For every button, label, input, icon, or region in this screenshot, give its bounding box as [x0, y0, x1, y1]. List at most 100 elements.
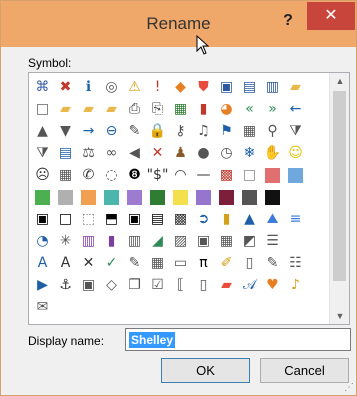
briefcase-icon[interactable]: ▣: [77, 274, 100, 296]
orange-swatch-icon[interactable]: [77, 186, 100, 208]
error-x-icon[interactable]: ✖: [54, 76, 77, 98]
folder-open-icon[interactable]: ▰: [100, 98, 123, 120]
empty-cell-icon-2[interactable]: [284, 230, 307, 252]
pink-swatch-icon[interactable]: [261, 164, 284, 186]
rewind-icon[interactable]: «: [238, 98, 261, 120]
hand-icon[interactable]: ✋: [261, 142, 284, 164]
black-border-box-icon[interactable]: ▣: [31, 208, 54, 230]
spreadsheet-icon[interactable]: ▦: [169, 98, 192, 120]
play-icon[interactable]: ▶: [31, 274, 54, 296]
back-arrow-icon[interactable]: ←: [284, 98, 307, 120]
flag-icon[interactable]: ⚑: [215, 120, 238, 142]
bold-box-icon[interactable]: ▣: [123, 208, 146, 230]
pin-icon[interactable]: ✎: [123, 120, 146, 142]
bar-chart-icon[interactable]: ▮: [192, 98, 215, 120]
eight-ball-icon[interactable]: ❽: [123, 164, 146, 186]
clock-icon[interactable]: ◷: [215, 142, 238, 164]
help-button[interactable]: ?: [274, 10, 302, 32]
copy-icon[interactable]: ❐: [123, 274, 146, 296]
dollar-quote-icon[interactable]: "$": [146, 164, 169, 186]
diagonal-icon[interactable]: ◩: [238, 230, 261, 252]
letter-a-icon[interactable]: A: [54, 252, 77, 274]
save-all-icon[interactable]: ▤: [238, 76, 261, 98]
pages-icon[interactable]: ▯: [192, 274, 215, 296]
ok-button[interactable]: OK: [161, 358, 250, 383]
purple-swatch-icon[interactable]: [123, 186, 146, 208]
scroll-thumb[interactable]: [333, 91, 346, 281]
brackets-icon[interactable]: ⟦: [169, 274, 192, 296]
mute-icon[interactable]: ✕: [146, 142, 169, 164]
open-folder-icon[interactable]: ▰: [54, 98, 77, 120]
ruler-icon[interactable]: ▭: [169, 252, 192, 274]
envelope-icon[interactable]: ✉: [31, 296, 54, 318]
phone-icon[interactable]: ✆: [77, 164, 100, 186]
empty-cell-icon[interactable]: [284, 186, 307, 208]
letter-a-script-icon[interactable]: 𝒜: [238, 274, 261, 296]
user-icon[interactable]: ●: [192, 142, 215, 164]
tag-icon[interactable]: ◇: [100, 274, 123, 296]
column-chart-icon[interactable]: ▮: [215, 208, 238, 230]
cancel-button[interactable]: Cancel: [260, 358, 349, 383]
warning-triangle-icon[interactable]: ⚠: [123, 76, 146, 98]
diamond-warning-icon[interactable]: ◆: [169, 76, 192, 98]
anchor-icon[interactable]: ⚓: [54, 274, 77, 296]
columns-icon[interactable]: ▥: [123, 230, 146, 252]
droplet-icon[interactable]: ▲: [238, 208, 261, 230]
bell-icon[interactable]: ♪: [284, 274, 307, 296]
eraser-icon[interactable]: ▰: [215, 274, 238, 296]
purple-book-icon[interactable]: ▮: [100, 230, 123, 252]
mountain-icon[interactable]: ⛰: [261, 208, 284, 230]
music-icon[interactable]: ♫: [192, 120, 215, 142]
speaker-icon[interactable]: ◀: [123, 142, 146, 164]
scroll-up-icon[interactable]: ▲: [330, 73, 349, 89]
pie-chart-icon[interactable]: ◕: [215, 98, 238, 120]
exclamation-icon[interactable]: !: [146, 76, 169, 98]
calculator-icon[interactable]: ▦: [54, 164, 77, 186]
scroll-down-icon[interactable]: ▼: [330, 308, 349, 324]
snowflake-icon[interactable]: ❄: [238, 142, 261, 164]
highlighter-icon[interactable]: ✐: [215, 252, 238, 274]
org-chart-icon[interactable]: ⌘: [31, 76, 54, 98]
check-box-icon[interactable]: ☑: [146, 274, 169, 296]
teal-swatch-icon[interactable]: [100, 186, 123, 208]
save-icon[interactable]: ▣: [215, 76, 238, 98]
black-white-split-icon[interactable]: [238, 186, 261, 208]
display-name-input[interactable]: Shelley: [125, 328, 351, 351]
maroon-swatch-icon[interactable]: [215, 186, 238, 208]
books-icon[interactable]: ▥: [77, 230, 100, 252]
lock-icon[interactable]: 🔒: [146, 120, 169, 142]
save-as-icon[interactable]: ▥: [261, 76, 284, 98]
map-icon[interactable]: ▦: [215, 230, 238, 252]
symbol-picker[interactable]: ⌘ ✖ ℹ ◎ ⚠! ◆ ⛊ ▣ ▤ ▥ ▰ □ ▰ ▰ ▰ ⎙ ⎘ ▦ ▮ ◕ «» ← ▲ ▼ → ⊖ ✎ 🔒 ⚷ ♫ ⚑ ▦ ⚲ ⧩ ⧩ ▤ ⚖ ∞…: [28, 72, 350, 325]
green-swatch-icon[interactable]: [31, 186, 54, 208]
stripe-box-icon[interactable]: ▤: [146, 208, 169, 230]
white-border-box-icon[interactable]: □: [54, 208, 77, 230]
book-icon[interactable]: ▤: [54, 142, 77, 164]
star-web-icon[interactable]: ✳: [54, 230, 77, 252]
right-arrow-icon[interactable]: →: [77, 120, 100, 142]
half-box-icon[interactable]: ⬒: [100, 208, 123, 230]
print-preview-icon[interactable]: ⎘: [146, 98, 169, 120]
frown-icon[interactable]: ☹: [31, 164, 54, 186]
resize-grip-icon[interactable]: ⋰: [344, 382, 354, 393]
printer-icon[interactable]: ⎙: [123, 98, 146, 120]
symbol-scrollbar[interactable]: ▲ ▼: [329, 73, 349, 324]
eye-icon[interactable]: ◠: [169, 164, 192, 186]
checker-icon[interactable]: ▩: [169, 208, 192, 230]
heart-icon[interactable]: ♥: [261, 274, 284, 296]
folder-icon[interactable]: ▰: [284, 76, 307, 98]
shield-icon[interactable]: ⛊: [192, 76, 215, 98]
circle-arrow-icon[interactable]: ➲: [192, 208, 215, 230]
up-triangle-icon[interactable]: ▲: [31, 120, 54, 142]
down-triangle-icon[interactable]: ▼: [54, 120, 77, 142]
smiley-icon[interactable]: ☺: [284, 142, 307, 164]
table-icon[interactable]: ▦: [238, 120, 261, 142]
darkgreen-swatch-icon[interactable]: [146, 186, 169, 208]
gray-swatch-icon[interactable]: [54, 186, 77, 208]
paint-brush-icon[interactable]: ✎: [261, 252, 284, 274]
picture-frame-icon[interactable]: ▣: [192, 230, 215, 252]
lavender-swatch-icon[interactable]: [192, 186, 215, 208]
table-grid-icon[interactable]: ▦: [146, 252, 169, 274]
info-icon[interactable]: ℹ: [77, 76, 100, 98]
bullets-icon[interactable]: ☷: [284, 252, 307, 274]
